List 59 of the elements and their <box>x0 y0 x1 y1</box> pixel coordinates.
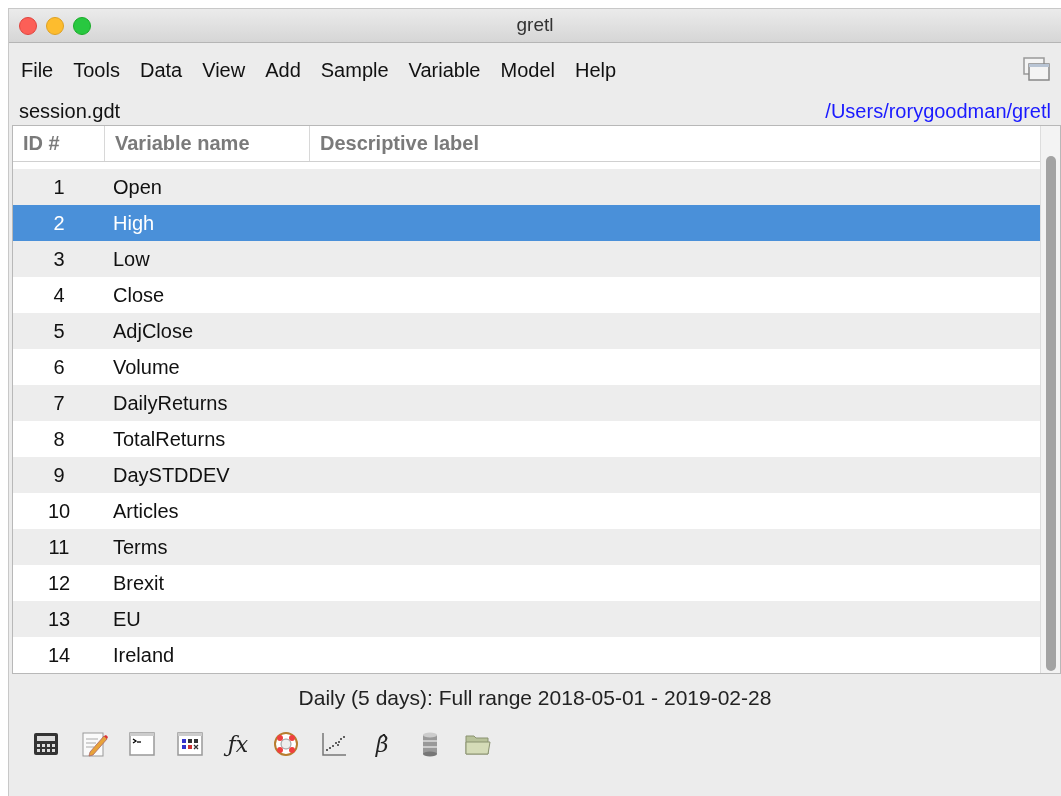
menu-item[interactable]: Sample <box>310 55 399 85</box>
id-cell-text: 4 <box>52 283 66 308</box>
name-cell-text: Volume <box>112 355 180 380</box>
table-row[interactable]: 1 Open <box>13 169 1040 205</box>
minimize-button[interactable] <box>46 17 64 35</box>
close-button[interactable] <box>19 17 37 35</box>
name-cell-text: Close <box>112 283 165 308</box>
file-name: session.gdt <box>19 100 121 122</box>
id-cell-text: 13 <box>46 607 72 632</box>
table-row[interactable]: 5 AdjClose <box>13 313 1040 349</box>
table-row[interactable]: 9 DaySTDDEV <box>13 457 1040 493</box>
column-header[interactable]: ID # <box>13 126 105 161</box>
name-cell-text: Brexit <box>112 571 165 596</box>
menu-item[interactable]: Data <box>129 55 193 85</box>
name-cell-text: DaySTDDEV <box>112 463 230 488</box>
menu-item[interactable]: Help <box>565 55 627 85</box>
id-cell-text: 12 <box>46 571 72 596</box>
id-cell-text: 3 <box>52 247 66 272</box>
menu-item[interactable]: Add <box>255 55 311 85</box>
id-cell-text: 11 <box>47 535 71 560</box>
name-cell-text: TotalReturns <box>112 427 226 452</box>
name-cell-text: DailyReturns <box>112 391 228 416</box>
menu-item[interactable]: File <box>11 55 64 85</box>
toolbar-button[interactable]: ƒx <box>221 727 255 761</box>
table-row[interactable]: 13 EU <box>13 601 1040 637</box>
menu-item[interactable]: Tools <box>63 55 130 85</box>
column-header[interactable]: Descriptive label <box>310 126 1040 161</box>
menu-item[interactable]: Model <box>490 55 565 85</box>
menu-item[interactable]: Variable <box>398 55 491 85</box>
windows-icon[interactable] <box>1023 57 1051 83</box>
id-cell-text: 9 <box>52 463 66 488</box>
name-cell-text: Terms <box>112 535 168 560</box>
id-cell-text: 2 <box>52 211 66 236</box>
name-cell-text: Ireland <box>112 643 175 668</box>
id-cell-text: 10 <box>46 499 72 524</box>
id-cell-text: 7 <box>52 391 66 416</box>
name-cell-text: AdjClose <box>112 319 194 344</box>
name-cell-text: High <box>112 211 155 236</box>
column-header[interactable]: Variable name <box>105 126 310 161</box>
table-row[interactable]: 7 DailyReturns <box>13 385 1040 421</box>
table-row[interactable]: 3 Low <box>13 241 1040 277</box>
scrollbar[interactable] <box>1040 126 1060 673</box>
id-cell-text: 14 <box>46 643 72 668</box>
status-text: Daily (5 days): Full range 2018-05-01 - 2019-02-28 <box>298 685 772 712</box>
table-row[interactable]: 11 Terms <box>13 529 1040 565</box>
name-cell-text: Open <box>112 175 162 200</box>
menu-item[interactable]: View <box>192 55 256 85</box>
id-cell-text: 6 <box>52 355 66 380</box>
scroll-thumb[interactable] <box>1045 156 1056 671</box>
name-cell-text: EU <box>112 607 141 632</box>
path-link[interactable]: /Users/rorygoodman/gretl <box>825 100 1051 122</box>
id-cell-text: 8 <box>52 427 66 452</box>
name-cell-text: Articles <box>112 499 179 524</box>
id-cell-text: 5 <box>52 319 66 344</box>
toolbar-button[interactable]: β̂ <box>365 727 399 761</box>
name-cell-text: Low <box>112 247 150 272</box>
zoom-button[interactable] <box>73 17 91 35</box>
window-title: gretl <box>516 13 554 38</box>
id-cell-text: 1 <box>52 175 66 200</box>
